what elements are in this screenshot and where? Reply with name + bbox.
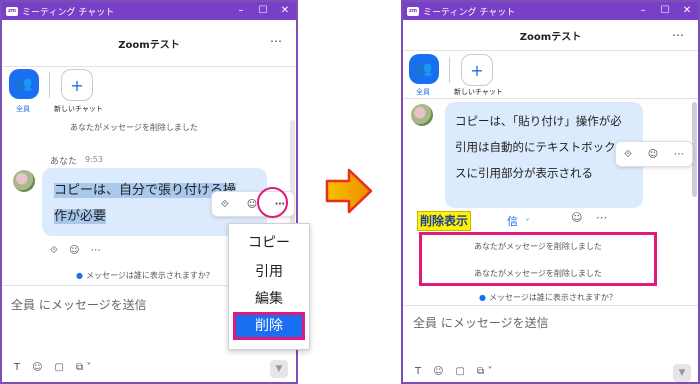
message-hover-toolbar: ⟐ ☺ ⋯ xyxy=(615,141,693,167)
minimize-icon[interactable]: – xyxy=(230,2,252,20)
visibility-note[interactable]: ● メッセージは誰に表示されますか？ xyxy=(479,292,617,303)
divider xyxy=(403,305,698,306)
zoom-logo-icon: zm xyxy=(6,6,18,16)
channel-all-label: 全員 xyxy=(16,105,30,113)
deleted-notice: あなたがメッセージを削除しました xyxy=(474,242,602,251)
send-button[interactable]: ▼ xyxy=(673,364,691,382)
attachment-icon[interactable]: ⧉ ˅ xyxy=(477,366,492,377)
context-menu: コピー 引用 編集 削除 xyxy=(228,223,310,350)
message-line: コピーは、自分で張り付ける操 xyxy=(54,183,237,198)
attachment-icon[interactable]: ⧉ ˅ xyxy=(76,362,91,373)
format-icon[interactable]: T xyxy=(415,366,421,377)
deleted-notices-highlight: あなたがメッセージを削除しました あなたがメッセージを削除しました xyxy=(419,232,657,286)
more-options-icon[interactable]: ⋯ xyxy=(270,34,282,48)
divider xyxy=(449,57,450,83)
group-icon: 👥 xyxy=(415,61,433,77)
composer-toolbar: T ☺ ▢ ⧉ ˅ xyxy=(14,362,91,373)
visibility-text: メッセージは誰に表示されますか？ xyxy=(488,293,617,302)
highlight-circle xyxy=(257,187,288,218)
chat-header: Zoomテスト ⋯ xyxy=(2,20,296,67)
plus-icon: + xyxy=(470,60,484,80)
zoom-logo-icon: zm xyxy=(407,6,419,16)
app-title: ミーティング チャット xyxy=(423,7,516,18)
more-icon[interactable]: ⋯ xyxy=(91,245,101,256)
maximize-icon[interactable]: ☐ xyxy=(654,2,676,20)
deleted-notice: あなたがメッセージを削除しました xyxy=(474,269,602,278)
sender-name: あなた xyxy=(50,157,78,167)
visibility-text: メッセージは誰に表示されますか？ xyxy=(85,271,214,280)
emoji-icon[interactable]: ☺ xyxy=(433,366,443,377)
channel-all-label: 全員 xyxy=(416,88,430,96)
minimize-icon[interactable]: – xyxy=(632,2,654,20)
emoji-icon[interactable]: ☺ xyxy=(571,211,582,224)
title-bar: zm ミーティング チャット – ☐ ✕ xyxy=(403,2,698,20)
menu-item-quote[interactable]: 引用 xyxy=(229,261,309,281)
chevron-down-icon: ˅ xyxy=(525,218,530,227)
menu-item-copy[interactable]: コピー xyxy=(229,232,309,252)
more-icon[interactable]: ⋯ xyxy=(596,211,607,224)
reply-icon[interactable]: ⟐ xyxy=(50,245,58,256)
message-line: コピーは、「貼り付け」操作が必 xyxy=(455,114,622,128)
chat-title: Zoomテスト xyxy=(519,31,582,43)
channel-all-button[interactable]: 👥 xyxy=(409,54,439,84)
person-icon: ● xyxy=(76,271,83,280)
send-icon: ▼ xyxy=(275,364,283,374)
divider xyxy=(403,98,698,99)
right-chat-window: zm ミーティング チャット – ☐ ✕ Zoomテスト ⋯ 👥 全員 + 新し… xyxy=(401,0,700,384)
partial-link-text: 信 xyxy=(507,215,518,228)
message-line: 引用は自動的にテキストボック xyxy=(455,140,616,154)
new-chat-label: 新しいチャット xyxy=(454,88,503,96)
maximize-icon[interactable]: ☐ xyxy=(252,2,274,20)
channel-all-button[interactable]: 👥 xyxy=(9,69,39,99)
message-input[interactable]: 全員 にメッセージを送信 xyxy=(413,314,549,331)
emoji-icon[interactable]: ☺ xyxy=(69,245,79,256)
screenshot-icon[interactable]: ▢ xyxy=(456,366,465,377)
emoji-icon[interactable]: ☺ xyxy=(247,199,257,210)
new-chat-button[interactable]: + xyxy=(61,69,93,101)
plus-icon: + xyxy=(70,75,84,95)
message-line: スに引用部分が表示される xyxy=(455,166,593,180)
send-icon: ▼ xyxy=(678,368,686,378)
message-time: 9:53 xyxy=(85,155,103,164)
visibility-note[interactable]: ● メッセージは誰に表示されますか？ xyxy=(76,270,214,281)
emoji-icon[interactable]: ☺ xyxy=(648,149,658,160)
message-bubble[interactable]: コピーは、「貼り付け」操作が必 引用は自動的にテキストボック スに引用部分が表示… xyxy=(445,102,643,208)
more-options-icon[interactable]: ⋯ xyxy=(672,28,684,42)
reply-icon[interactable]: ⟐ xyxy=(624,149,632,160)
screenshot-icon[interactable]: ▢ xyxy=(55,362,64,373)
format-icon[interactable]: T xyxy=(14,362,20,373)
avatar xyxy=(13,170,35,192)
chat-header: Zoomテスト ⋯ xyxy=(403,20,698,51)
new-chat-button[interactable]: + xyxy=(461,54,493,86)
more-icon[interactable]: ⋯ xyxy=(674,149,684,160)
message-input[interactable]: 全員 にメッセージを送信 xyxy=(11,296,147,313)
chat-title: Zoomテスト xyxy=(118,39,180,51)
group-icon: 👥 xyxy=(15,76,33,92)
menu-item-delete[interactable]: 削除 xyxy=(233,312,305,340)
title-bar: zm ミーティング チャット – ☐ ✕ xyxy=(2,2,296,20)
avatar xyxy=(411,104,433,126)
reply-icon[interactable]: ⟐ xyxy=(221,199,229,210)
deleted-annotation-label: 削除表示 xyxy=(417,211,472,231)
close-icon[interactable]: ✕ xyxy=(274,2,296,20)
divider xyxy=(49,72,50,98)
reaction-bar: ⟐ ☺ ⋯ xyxy=(50,245,101,256)
composer-toolbar: T ☺ ▢ ⧉ ˅ xyxy=(415,366,492,377)
emoji-icon[interactable]: ☺ xyxy=(32,362,42,373)
partial-link[interactable]: 信 ˅ xyxy=(507,213,530,229)
system-notice: あなたがメッセージを削除しました xyxy=(70,123,198,132)
app-title: ミーティング チャット xyxy=(22,7,115,18)
send-button[interactable]: ▼ xyxy=(270,360,288,378)
menu-item-edit[interactable]: 編集 xyxy=(229,288,309,308)
message-line: 作が必要 xyxy=(54,209,107,224)
new-chat-label: 新しいチャット xyxy=(54,105,103,113)
arrow-icon xyxy=(325,168,373,214)
person-icon: ● xyxy=(479,293,486,302)
menu-item-delete-label: 削除 xyxy=(255,318,283,334)
close-icon[interactable]: ✕ xyxy=(676,2,698,20)
